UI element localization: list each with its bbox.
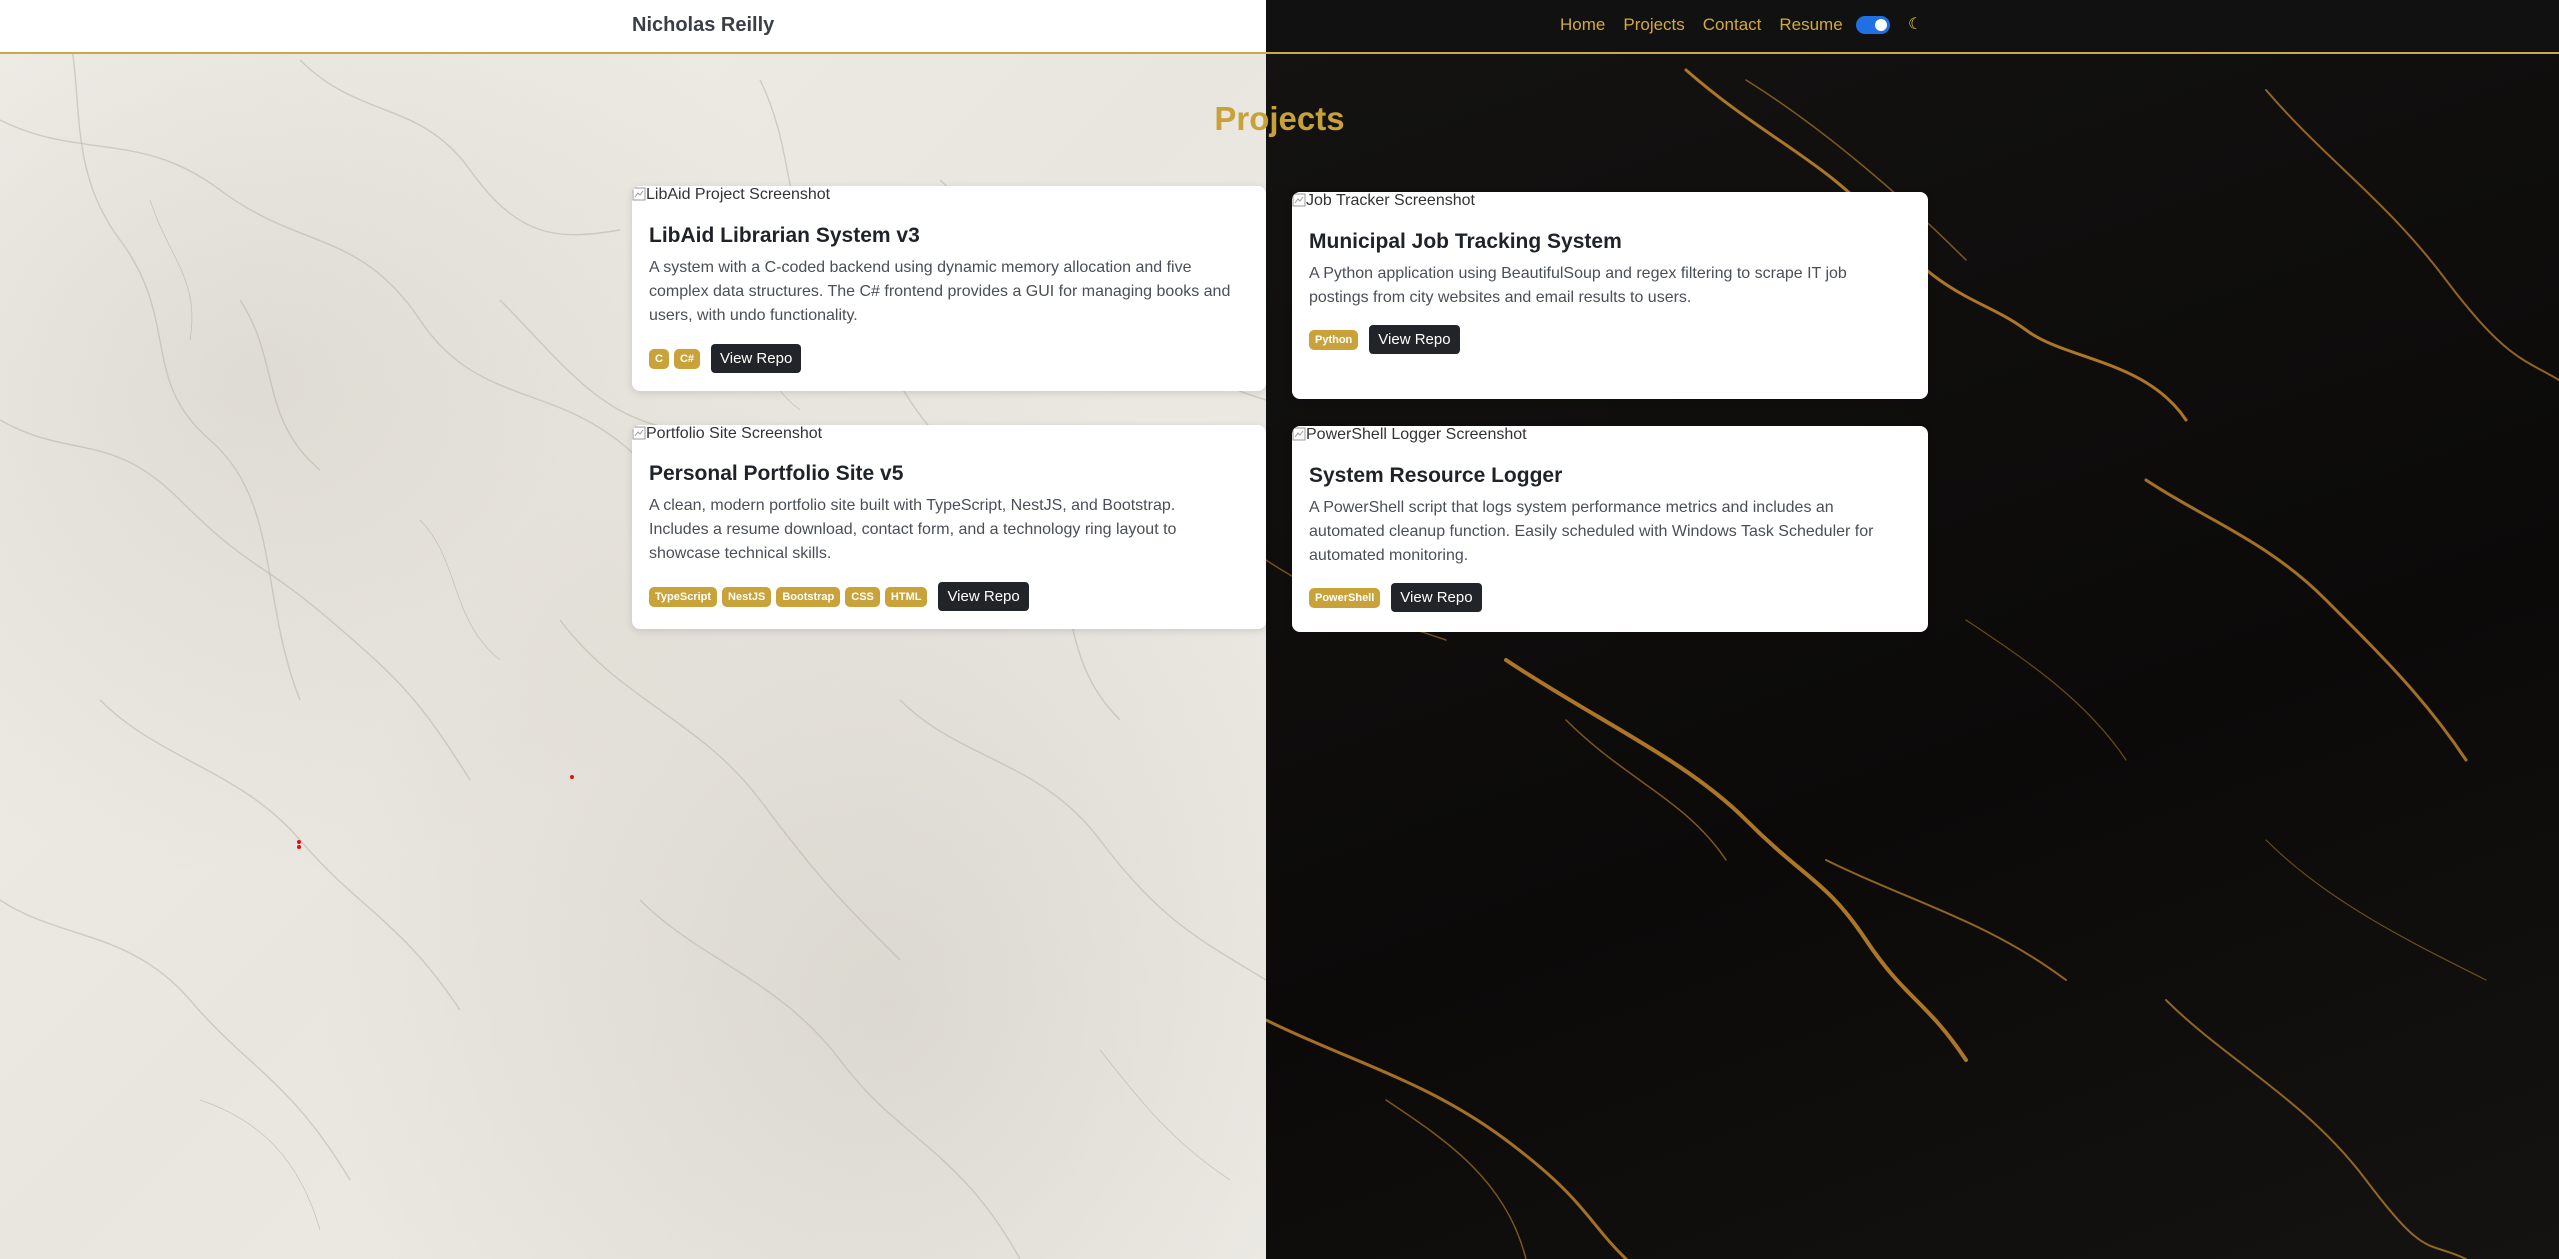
nav-link-projects[interactable]: Projects bbox=[1623, 15, 1684, 35]
broken-image-icon bbox=[1292, 427, 1306, 441]
project-description: A system with a C-coded backend using dy… bbox=[649, 259, 1231, 324]
broken-image-icon bbox=[632, 187, 646, 201]
project-screenshot-image: LibAid Project Screenshot bbox=[632, 186, 830, 204]
background-speck bbox=[297, 840, 301, 844]
background-speck bbox=[570, 775, 574, 779]
nav-links: Home Projects Contact Resume bbox=[1560, 15, 1843, 35]
moon-icon: ☾ bbox=[1908, 16, 1923, 33]
project-tags: TypeScript NestJS Bootstrap CSS HTML Vie… bbox=[649, 582, 1029, 611]
project-title: System Resource Logger bbox=[1309, 464, 1563, 487]
nav-link-contact[interactable]: Contact bbox=[1703, 15, 1762, 35]
project-title: LibAid Librarian System v3 bbox=[649, 224, 920, 247]
brand-name[interactable]: Nicholas Reilly bbox=[632, 14, 774, 37]
project-tags: PowerShell View Repo bbox=[1309, 583, 1482, 612]
image-alt-text: Portfolio Site Screenshot bbox=[646, 425, 823, 442]
tag-badge: Bootstrap bbox=[776, 586, 841, 607]
toggle-knob bbox=[1875, 19, 1887, 31]
tag-badge: HTML bbox=[884, 586, 928, 607]
theme-toggle-switch[interactable] bbox=[1856, 16, 1890, 34]
tag-badge: TypeScript bbox=[649, 586, 718, 607]
page-title: Projects bbox=[1214, 100, 1345, 137]
view-repo-button[interactable]: View Repo bbox=[938, 582, 1029, 611]
project-card-system-logger: PowerShell Logger Screenshot System Reso… bbox=[1292, 426, 1928, 632]
page: Nicholas Reilly Home Projects Contact Re… bbox=[0, 0, 2559, 1259]
broken-image-icon bbox=[632, 426, 646, 440]
broken-image-icon bbox=[1292, 193, 1306, 207]
project-tags: C C# View Repo bbox=[649, 344, 802, 373]
project-description: A clean, modern portfolio site built wit… bbox=[649, 497, 1177, 562]
project-tags: Python View Repo bbox=[1309, 325, 1460, 354]
tag-badge: PowerShell bbox=[1309, 587, 1381, 608]
image-alt-text: Job Tracker Screenshot bbox=[1306, 192, 1475, 209]
image-alt-text: LibAid Project Screenshot bbox=[646, 186, 831, 203]
background-speck bbox=[297, 845, 301, 849]
image-alt-text: PowerShell Logger Screenshot bbox=[1306, 426, 1527, 443]
tag-badge: CSS bbox=[845, 586, 880, 607]
project-title: Personal Portfolio Site v5 bbox=[649, 462, 904, 485]
view-repo-button[interactable]: View Repo bbox=[1391, 583, 1482, 612]
tag-badge: Python bbox=[1309, 329, 1359, 350]
project-card-portfolio: Portfolio Site Screenshot Personal Portf… bbox=[632, 425, 1266, 629]
tag-badge: NestJS bbox=[722, 586, 772, 607]
project-card-job-tracker: Job Tracker Screenshot Municipal Job Tra… bbox=[1292, 192, 1928, 399]
project-description: A PowerShell script that logs system per… bbox=[1309, 499, 1874, 564]
project-title: Municipal Job Tracking System bbox=[1309, 230, 1622, 253]
view-repo-button[interactable]: View Repo bbox=[711, 344, 802, 373]
tag-badge: C bbox=[649, 348, 669, 369]
navbar: Nicholas Reilly Home Projects Contact Re… bbox=[0, 0, 2559, 54]
nav-link-resume[interactable]: Resume bbox=[1779, 15, 1842, 35]
project-screenshot-image: Portfolio Site Screenshot bbox=[632, 425, 822, 443]
view-repo-button[interactable]: View Repo bbox=[1369, 325, 1460, 354]
tag-badge: C# bbox=[673, 348, 701, 369]
project-card-libaid: LibAid Project Screenshot LibAid Librari… bbox=[632, 186, 1266, 391]
project-screenshot-image: Job Tracker Screenshot bbox=[1292, 192, 1475, 210]
nav-link-home[interactable]: Home bbox=[1560, 15, 1605, 35]
project-screenshot-image: PowerShell Logger Screenshot bbox=[1292, 426, 1527, 444]
project-description: A Python application using BeautifulSoup… bbox=[1309, 265, 1847, 306]
